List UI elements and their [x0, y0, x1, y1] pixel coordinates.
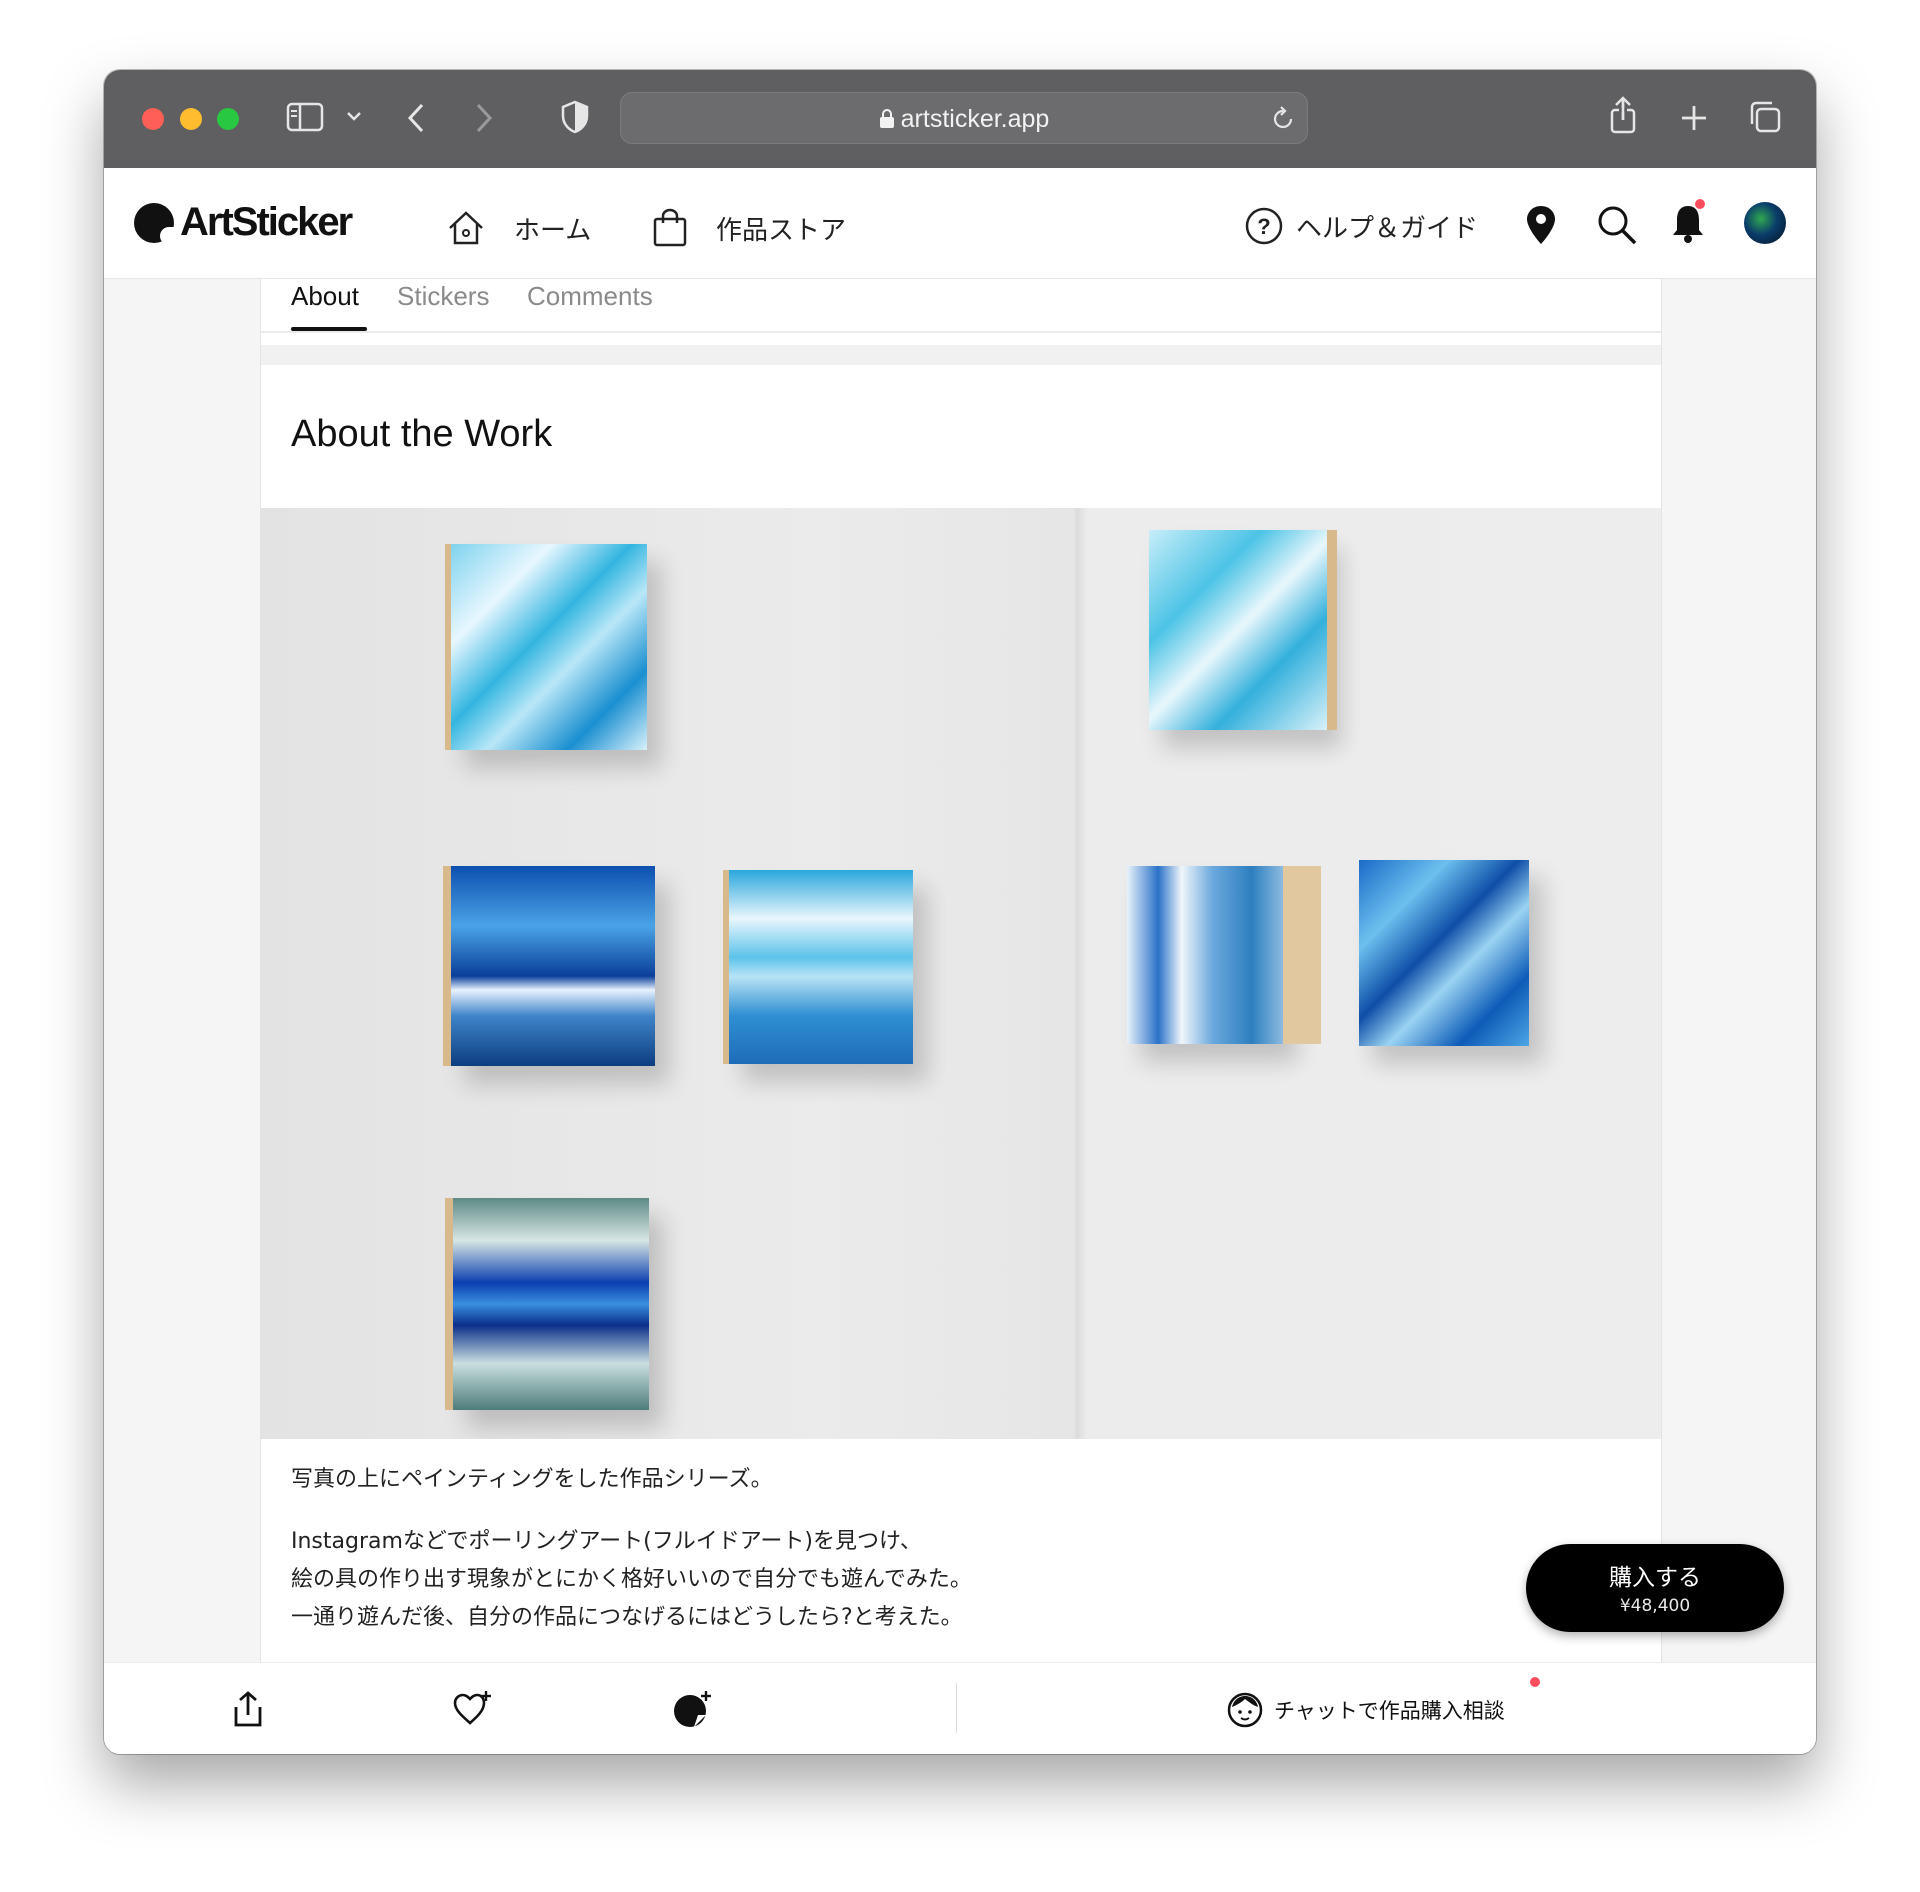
painting-panel — [1149, 530, 1337, 730]
sticker-plus-icon[interactable] — [672, 1689, 714, 1731]
nav-home-label: ホーム — [514, 215, 592, 246]
home-icon — [449, 211, 483, 245]
search-icon[interactable] — [1596, 204, 1638, 246]
like-plus-icon[interactable] — [452, 1689, 494, 1729]
avatar[interactable] — [1744, 202, 1786, 244]
painting-panel — [1127, 866, 1321, 1044]
painting-panel — [443, 866, 655, 1066]
chat-face-icon — [1227, 1692, 1263, 1728]
chat-label: チャットで作品購入相談 — [1274, 1699, 1505, 1723]
buy-button-price: ¥48,400 — [1619, 1596, 1691, 1616]
help-guide-label: ヘルプ＆ガイド — [1296, 213, 1479, 244]
description-paragraph-1: 写真の上にペインティングをした作品シリーズ。 — [291, 1467, 773, 1492]
work-detail-card: About Stickers Comments About the Work 写… — [260, 279, 1662, 1662]
painting-panel — [1359, 860, 1529, 1046]
painting-panel — [723, 870, 913, 1064]
tab-comments[interactable]: Comments — [527, 281, 653, 312]
artwork-installation-photo — [261, 508, 1661, 1439]
share-icon[interactable] — [1608, 96, 1638, 134]
tab-overview-icon[interactable] — [1748, 100, 1782, 134]
tab-about[interactable]: About — [291, 281, 359, 312]
logo-text: ArtSticker — [180, 200, 353, 244]
url-label: artsticker.app — [900, 105, 1050, 133]
section-divider — [261, 345, 1661, 365]
url-text: artsticker.app — [621, 105, 1307, 134]
new-tab-icon[interactable] — [1680, 104, 1708, 132]
artsticker-logo[interactable]: ArtSticker — [134, 200, 353, 245]
privacy-shield-icon[interactable] — [560, 100, 590, 134]
notification-dot — [1695, 199, 1705, 209]
browser-window: artsticker.app ArtSticker ホーム 作品ストア ? ヘル… — [104, 70, 1816, 1754]
shopping-bag-icon — [653, 208, 687, 247]
back-icon[interactable] — [406, 102, 426, 134]
zoom-window-button[interactable] — [217, 108, 239, 130]
bottom-bar-divider — [956, 1683, 957, 1733]
close-window-button[interactable] — [142, 108, 164, 130]
forward-icon[interactable] — [474, 102, 494, 134]
painting-panel — [445, 544, 647, 750]
bell-icon[interactable] — [1668, 198, 1708, 246]
help-icon: ? — [1245, 207, 1283, 245]
description-line: 絵の具の作り出す現象がとにかく格好いいので自分でも遊んでみた。 — [291, 1567, 972, 1592]
nav-store[interactable]: 作品ストア — [652, 208, 846, 248]
lock-icon — [879, 109, 894, 128]
minimize-window-button[interactable] — [180, 108, 202, 130]
nav-home[interactable]: ホーム — [446, 208, 591, 248]
reload-icon[interactable] — [1271, 105, 1295, 131]
tab-stickers[interactable]: Stickers — [397, 281, 489, 312]
description-line: Instagramなどでポーリングアート(フルイドアート)を見つけ、 — [291, 1529, 922, 1554]
help-guide-link[interactable]: ? ヘルプ＆ガイド — [1244, 206, 1478, 246]
location-pin-icon[interactable] — [1524, 204, 1558, 246]
chat-notification-dot — [1530, 1677, 1540, 1687]
address-bar[interactable]: artsticker.app — [620, 92, 1308, 144]
site-header: ArtSticker ホーム 作品ストア ? ヘルプ＆ガイド — [104, 168, 1816, 279]
section-title: About the Work — [291, 413, 553, 455]
description-line: 一通り遊んだ後、自分の作品につなげるにはどうしたら?と考えた。 — [291, 1605, 963, 1630]
active-tab-indicator — [291, 327, 367, 331]
description-paragraph-2: Instagramなどでポーリングアート(フルイドアート)を見つけ、 絵の具の作… — [291, 1523, 972, 1637]
buy-button[interactable]: 購入する ¥48,400 — [1526, 1544, 1784, 1632]
sidebar-toggle-icon[interactable] — [286, 102, 324, 132]
painting-panel — [445, 1198, 649, 1410]
nav-store-label: 作品ストア — [716, 215, 847, 246]
browser-toolbar: artsticker.app — [104, 70, 1816, 169]
tab-bar: About Stickers Comments — [261, 279, 1661, 333]
bottom-action-bar: チャットで作品購入相談 — [104, 1662, 1816, 1754]
chevron-down-icon[interactable] — [346, 110, 362, 122]
logo-mark-icon — [134, 202, 178, 245]
chat-purchase-consult-button[interactable]: チャットで作品購入相談 — [1226, 1691, 1505, 1729]
share-icon[interactable] — [228, 1689, 268, 1729]
buy-button-label: 購入する — [1609, 1565, 1701, 1591]
svg-text:?: ? — [1257, 214, 1270, 239]
